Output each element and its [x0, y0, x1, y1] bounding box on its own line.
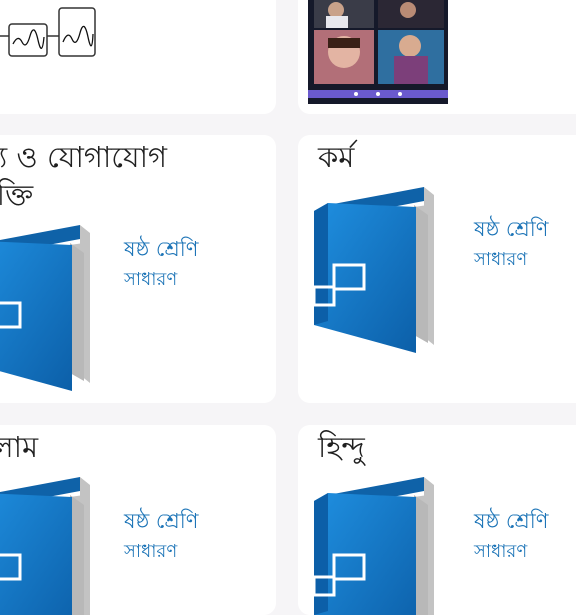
grade-label: ষষ্ঠ শ্রেণি [474, 509, 549, 533]
subject-title: হিন্দু [318, 430, 365, 464]
stream-label: সাধারণ [124, 269, 178, 290]
subject-card-hindu[interactable]: হিন্দু ষষ্ঠ শ্রেণি সাধারণ [298, 425, 576, 615]
stream-label: সাধারণ [474, 249, 528, 270]
subject-title: থ্য ও যোগাযোগ [0, 140, 168, 174]
video-call-screenshot-icon [308, 0, 448, 104]
subject-title: কর্ম [318, 140, 355, 174]
textbook-cover-icon [306, 175, 446, 355]
textbook-cover-icon [0, 213, 102, 393]
subject-card-ict[interactable]: থ্য ও যোগাযোগ যুক্তি ষষ্ঠ শ্রেণি সাধারণ [0, 135, 276, 403]
video-call-thumbnail[interactable] [308, 0, 448, 104]
stream-label: সাধারণ [474, 541, 528, 562]
grade-label: ষষ্ঠ শ্রেণি [474, 217, 549, 241]
signature-strip [0, 7, 96, 57]
grade-label: ষষ্ঠ শ্রেণি [124, 237, 199, 261]
subject-title-line2: যুক্তি [0, 178, 34, 212]
stream-label: সাধারণ [124, 541, 178, 562]
grade-label: ষষ্ঠ শ্রেণি [124, 509, 199, 533]
subject-card-work[interactable]: কর্ম ষষ্ঠ শ্রেণি সাধারণ [298, 135, 576, 403]
textbook-cover-icon [306, 465, 446, 615]
subject-title: লাম [0, 430, 39, 464]
top-left-card[interactable] [0, 0, 276, 114]
textbook-cover-icon [0, 465, 102, 615]
subject-card-islam[interactable]: লাম ষষ্ঠ শ্রেণি সাধারণ [0, 425, 276, 615]
